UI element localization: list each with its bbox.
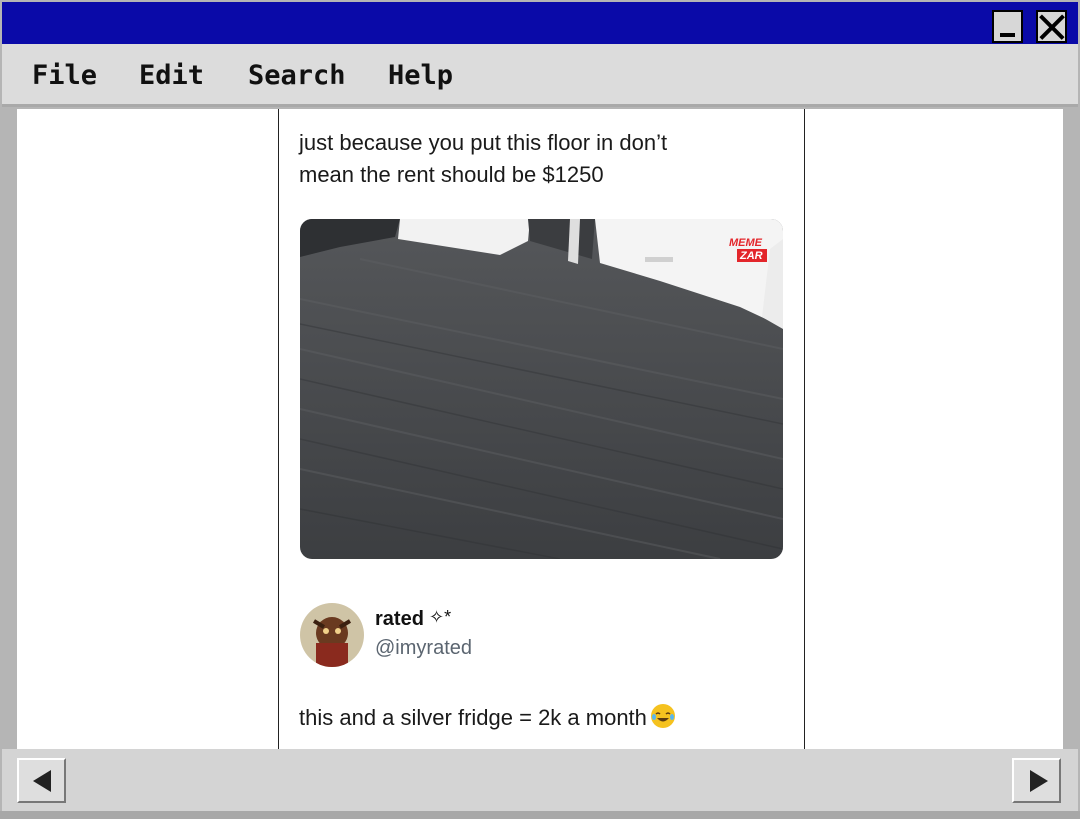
floor-photo (300, 219, 783, 559)
title-bar[interactable] (2, 2, 1078, 44)
minimize-button[interactable] (992, 10, 1023, 43)
reply-user-handle[interactable]: @imyrated (375, 637, 472, 660)
menu-file[interactable]: File (32, 60, 97, 91)
close-button[interactable] (1036, 10, 1067, 43)
menu-help[interactable]: Help (388, 60, 453, 91)
app-window: File Edit Search Help just because you p… (0, 0, 1080, 819)
horizontal-scrollbar[interactable] (2, 749, 1078, 811)
scroll-left-button[interactable] (17, 758, 66, 803)
laughing-emoji-icon (650, 704, 675, 728)
window-bottom-edge (0, 811, 1080, 819)
post-card: just because you put this floor in don’t… (278, 109, 805, 749)
menu-edit[interactable]: Edit (139, 60, 204, 91)
reply-text-body: this and a silver fridge = 2k a month (299, 705, 647, 730)
menu-search[interactable]: Search (248, 60, 346, 91)
svg-text:MEME: MEME (729, 237, 763, 249)
post-text: just because you put this floor in don’t… (299, 127, 769, 191)
sparkle-icon: ✧* (429, 607, 452, 627)
reply-user-name[interactable]: rated (375, 608, 424, 631)
content-area[interactable]: just because you put this floor in don’t… (17, 109, 1063, 749)
svg-text:ZAR: ZAR (739, 250, 763, 262)
reply-text: this and a silver fridge = 2k a month (299, 704, 675, 731)
scroll-right-button[interactable] (1012, 758, 1061, 803)
arrow-right-icon (1030, 770, 1048, 792)
menu-bar: File Edit Search Help (2, 44, 1078, 107)
post-image[interactable]: MEME ZAR (300, 219, 783, 559)
post-text-line-2: mean the rent should be $1250 (299, 162, 604, 187)
post-text-line-1: just because you put this floor in don’t (299, 130, 668, 155)
meme-zar-logo: MEME ZAR (727, 234, 769, 266)
arrow-left-icon (33, 770, 51, 792)
avatar[interactable] (300, 603, 364, 667)
